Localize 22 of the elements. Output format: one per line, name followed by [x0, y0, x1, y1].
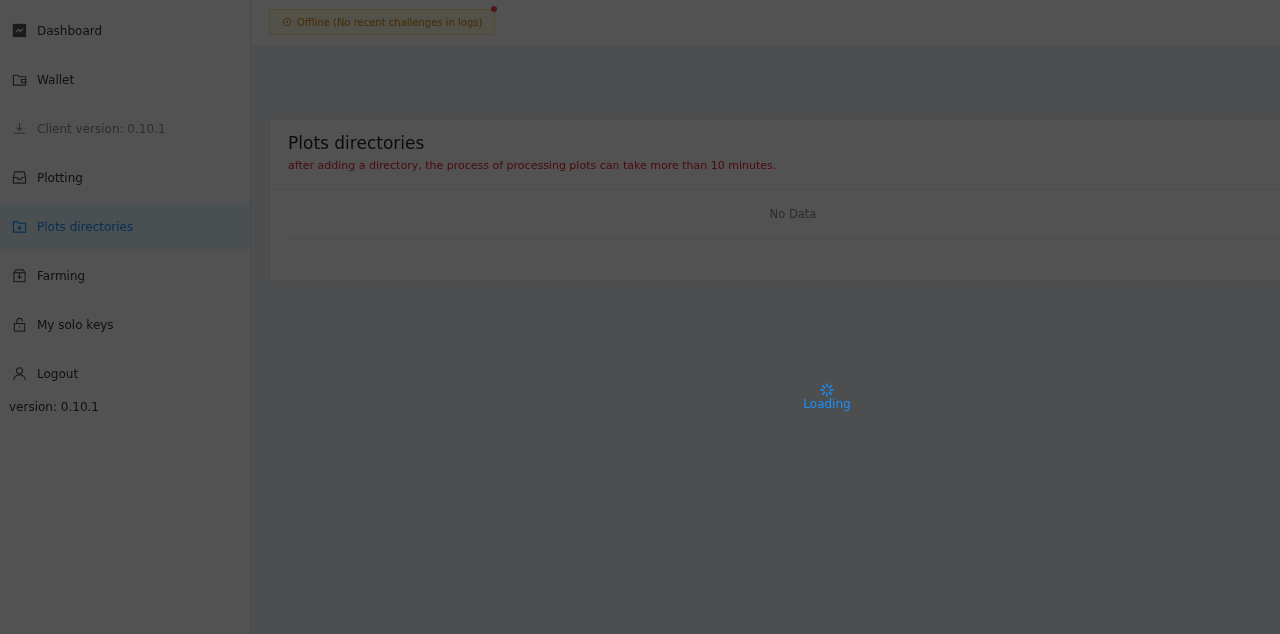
chart-icon [12, 23, 27, 38]
loading-text: Loading [803, 397, 851, 411]
sidebar-item[interactable]: Farming [0, 253, 250, 298]
version-text: version: 0.10.1 [8, 400, 100, 414]
spinner-icon [820, 383, 834, 397]
info-icon [282, 17, 292, 27]
sidebar-item[interactable]: Wallet [0, 57, 250, 102]
user-icon [12, 366, 27, 381]
card-title: Plots directories [288, 133, 426, 153]
status-text: Offline (No recent challenges in logs) [297, 16, 483, 28]
download-icon [12, 121, 27, 136]
inbox-icon [12, 170, 27, 185]
warning-text: after adding a directory, the process of processing plots can take more than 10 minutes. [288, 159, 778, 172]
sidebar-item[interactable]: Plotting [0, 155, 250, 200]
lock-icon [12, 317, 27, 332]
sidebar-item[interactable]: Plots directories [0, 204, 250, 249]
sidebar-item[interactable]: Dashboard [0, 8, 250, 53]
sidebar-item[interactable]: My solo keys [0, 302, 250, 347]
folder-icon [12, 219, 27, 234]
gift-icon [12, 268, 27, 283]
sidebar-item[interactable]: Logout [0, 351, 250, 396]
wallet-icon [12, 72, 27, 87]
